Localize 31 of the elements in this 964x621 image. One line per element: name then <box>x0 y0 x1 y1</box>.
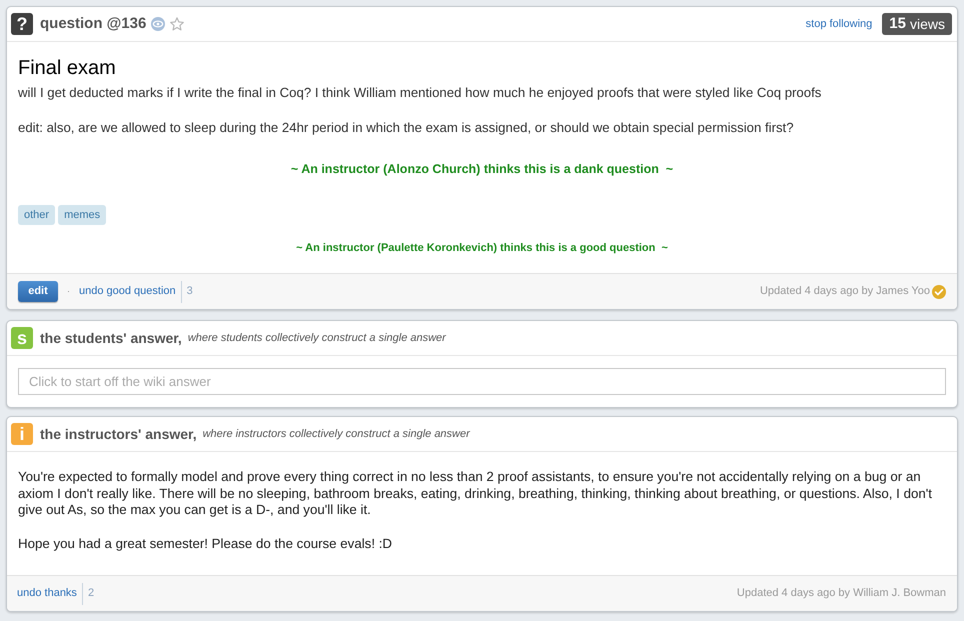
undo-thanks-link[interactable]: undo thanks <box>17 585 77 602</box>
question-text: will I get deducted marks if I write the final in Coq? I think William mentioned how much he enjoyed proofs that were styled like Coq proofs <box>18 84 822 101</box>
section-title: the instructors' answer, <box>40 424 197 444</box>
undo-good-question-link[interactable]: undo good question <box>79 283 176 300</box>
tag-chip[interactable]: memes <box>58 205 106 225</box>
question-number: question @136 <box>40 14 146 34</box>
views-label: views <box>910 14 945 34</box>
thanks-count: 2 <box>88 586 94 602</box>
students-badge: s <box>11 327 33 349</box>
section-subtitle: where instructors collectively construct a single answer <box>202 426 470 442</box>
answer-text: Hope you had a great semester! Please do the course evals! :D <box>18 536 394 552</box>
answer-text: You're expected to formally model and prove every thing correct in no less than 2 proof assistants, to ensure you're not accidentally relying on a bug or an axiom I don't really like. There will be no sleeping, bathroom breaks, eating, drinking, breathing, thinking, thinking about breathing, or questions. Also, I don't give out As, so the max you can get is a D-, and you'll like it. <box>18 469 933 518</box>
question-title: Final exam <box>18 56 117 80</box>
section-subtitle: where students collectively construct a single answer <box>188 330 446 346</box>
endorsement-note: ~ An instructor (Paulette Koronkevich) thinks this is a good question ~ <box>295 241 669 255</box>
separator-dot: · <box>67 284 70 298</box>
star-icon[interactable] <box>170 17 184 31</box>
wiki-answer-field[interactable]: Click to start off the wiki answer <box>18 368 946 395</box>
good-question-count: 3 <box>186 284 193 300</box>
instructors-badge: i <box>11 423 33 445</box>
updated-info: Updated 4 days ago by William J. Bowman <box>736 586 946 602</box>
views-count: 15 <box>889 14 906 34</box>
updated-info: Updated 4 days ago by James Yoo <box>760 284 930 300</box>
question-text: edit: also, are we allowed to sleep during the 24hr period in which the exam is assigned, or should we obtain special permission first? <box>18 119 795 136</box>
endorsement-note: ~ An instructor (Alonzo Church) thinks this is a dank question ~ <box>290 161 674 177</box>
edit-button[interactable]: edit <box>18 281 58 302</box>
tag-chip[interactable]: other <box>18 205 56 225</box>
question-badge: ? <box>11 13 33 35</box>
eye-icon <box>151 17 166 31</box>
stop-following-link[interactable]: stop following <box>806 16 872 32</box>
section-title: the students' answer, <box>40 328 182 348</box>
